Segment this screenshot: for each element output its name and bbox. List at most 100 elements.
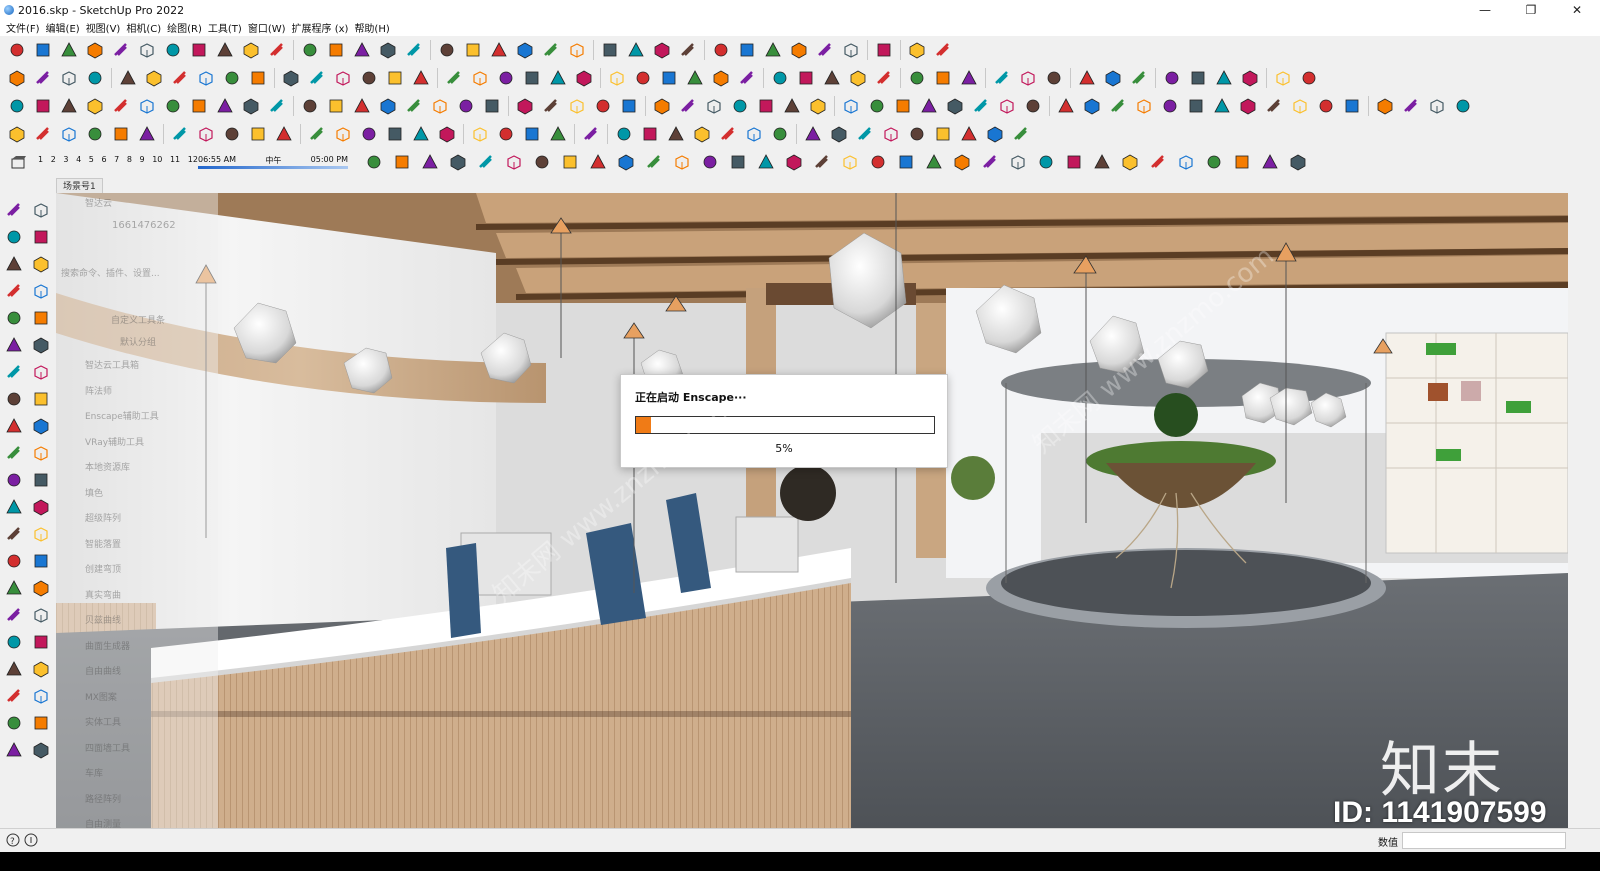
geo3-icon[interactable] [519,122,545,146]
paint2-icon[interactable] [29,468,53,492]
axes-icon[interactable] [708,66,734,90]
box4-icon[interactable] [453,94,479,118]
geo2-icon[interactable] [29,738,53,762]
xray-icon[interactable] [278,66,304,90]
look-icon[interactable] [930,66,956,90]
copy-icon[interactable] [108,38,134,62]
sun1-icon[interactable] [611,122,637,146]
plugin-menu-item[interactable]: 阵法师 [85,384,112,397]
zoom-extents-icon[interactable] [2,630,26,654]
undo-icon[interactable] [186,38,212,62]
fire3-icon[interactable] [1424,94,1450,118]
view23-icon[interactable] [976,150,1004,174]
video-icon[interactable] [56,94,82,118]
zoom-window-icon[interactable] [845,66,871,90]
dim-icon[interactable] [630,66,656,90]
menu-edit[interactable]: 编辑(E) [43,20,83,35]
shadow-toggle-icon[interactable] [6,151,32,175]
save-icon[interactable] [56,38,82,62]
plugin-menu-item[interactable]: Enscape辅助工具 [85,409,159,422]
fog-icon[interactable] [1211,66,1237,90]
tool1-icon[interactable] [1053,94,1079,118]
arc4-icon[interactable] [2,387,26,411]
follow-icon[interactable] [519,66,545,90]
view32-icon[interactable] [1228,150,1256,174]
checker-icon[interactable] [160,94,186,118]
view29-icon[interactable] [1144,150,1172,174]
circle2-icon[interactable] [2,333,26,357]
view16-icon[interactable] [780,150,808,174]
box1-icon[interactable] [375,94,401,118]
view10-icon[interactable] [612,150,640,174]
iso-icon[interactable] [115,66,141,90]
sketch-icon[interactable] [904,38,930,62]
eraser-icon[interactable] [56,122,82,146]
protractor-icon[interactable] [2,522,26,546]
measurements-input[interactable] [1402,832,1566,849]
rotate-icon[interactable] [2,441,26,465]
close-button[interactable]: ✕ [1554,0,1600,20]
ens2-icon[interactable] [864,94,890,118]
view19-icon[interactable] [864,150,892,174]
cloud2-icon[interactable] [1008,122,1034,146]
plugin-menu-item[interactable]: 本地资源库 [85,460,130,473]
globe-icon[interactable] [904,122,930,146]
hide-icon[interactable] [401,38,427,62]
exit-icon[interactable] [590,94,616,118]
position-icon[interactable] [956,66,982,90]
grid2-icon[interactable] [982,122,1008,146]
pencil-icon[interactable] [597,38,623,62]
select-icon[interactable] [30,122,56,146]
layers-icon[interactable] [486,38,512,62]
push-icon[interactable] [29,414,53,438]
offset-icon[interactable] [29,441,53,465]
vray1-icon[interactable] [649,94,675,118]
tag-icon[interactable] [29,252,53,276]
zoom-extents-icon[interactable] [871,66,897,90]
arc-icon[interactable] [29,279,53,303]
view33-icon[interactable] [1256,150,1284,174]
plugin-menu-item[interactable]: MX图案 [85,690,117,703]
pan-icon[interactable] [793,66,819,90]
extension-icon[interactable] [1100,66,1126,90]
orbit-icon[interactable] [767,66,793,90]
dims-icon[interactable] [29,495,53,519]
section-icon[interactable] [989,66,1015,90]
ens8-icon[interactable] [1020,94,1046,118]
push-icon[interactable] [675,38,701,62]
rect-icon[interactable] [2,306,26,330]
stack2-icon[interactable] [826,122,852,146]
tape-icon[interactable] [2,495,26,519]
cut-icon[interactable] [82,38,108,62]
eraser-icon[interactable] [623,38,649,62]
plugin-menu-item[interactable]: 智达云工具箱 [85,358,139,371]
plugin-menu-item[interactable]: 自由曲线 [85,664,121,677]
look-icon[interactable] [29,657,53,681]
tool7-icon[interactable] [1209,94,1235,118]
stack1-icon[interactable] [800,122,826,146]
menu-view[interactable]: 视图(V) [83,20,124,35]
list-icon[interactable] [460,38,486,62]
walk-icon[interactable] [904,66,930,90]
orbit-icon[interactable] [356,122,382,146]
camera-icon[interactable] [708,38,734,62]
offset-icon[interactable] [571,66,597,90]
view14-icon[interactable] [724,150,752,174]
select-icon[interactable] [4,66,30,90]
ens3-icon[interactable] [890,94,916,118]
plugin-menu-item[interactable]: 智能落置 [85,537,121,550]
fire2-icon[interactable] [1398,94,1424,118]
axes-icon[interactable] [2,549,26,573]
protractor-icon[interactable] [656,66,682,90]
menu-help[interactable]: 帮助(H) [351,20,392,35]
plus-icon[interactable] [82,94,108,118]
tree-icon[interactable] [108,94,134,118]
plugin-menu-item[interactable]: 真实弯曲 [85,588,121,601]
plugin-menu-item[interactable]: 实体工具 [85,715,121,728]
tool6-icon[interactable] [1183,94,1209,118]
menu-camera[interactable]: 相机(C) [123,20,164,35]
status-help-icon[interactable] [24,833,38,850]
textured-icon[interactable] [382,66,408,90]
right-icon[interactable] [193,66,219,90]
cog-icon[interactable] [852,122,878,146]
